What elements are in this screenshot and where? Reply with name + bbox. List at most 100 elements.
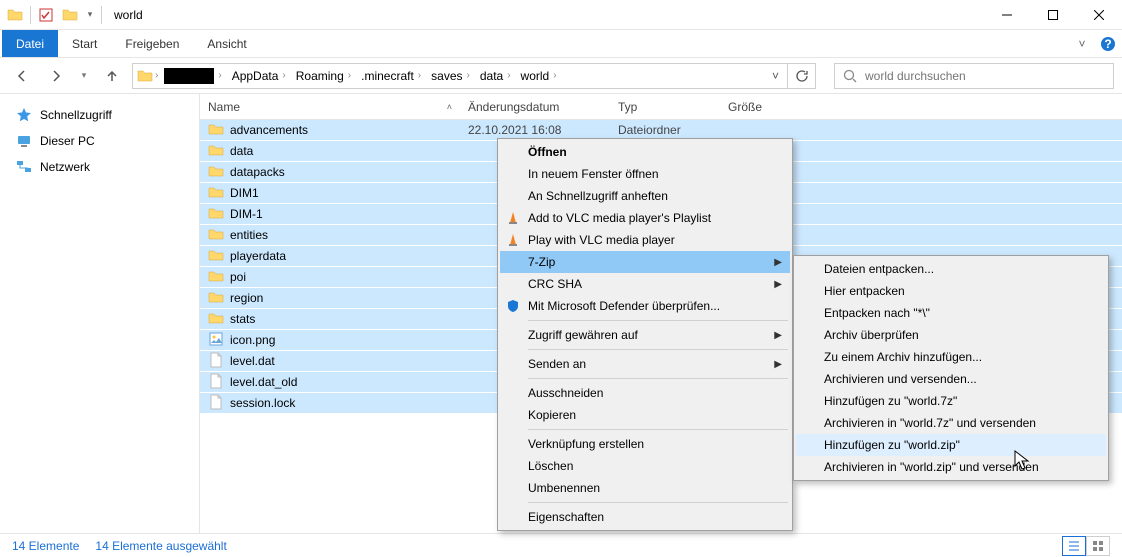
- file-name: region: [230, 291, 263, 305]
- ctx-7z-add-7z[interactable]: Hinzufügen zu "world.7z": [796, 390, 1106, 412]
- file-name: level.dat: [230, 354, 275, 368]
- address-bar[interactable]: › › AppData› Roaming› .minecraft› saves›…: [132, 63, 788, 89]
- breadcrumb: ›: [160, 68, 225, 84]
- refresh-button[interactable]: [788, 63, 816, 89]
- view-details-button[interactable]: [1062, 536, 1086, 556]
- file-name: entities: [230, 228, 268, 242]
- close-button[interactable]: [1076, 0, 1122, 30]
- column-type[interactable]: Typ: [610, 100, 720, 114]
- column-date[interactable]: Änderungsdatum: [460, 100, 610, 114]
- folder-icon: [208, 310, 224, 329]
- status-selected: 14 Elemente ausgewählt: [95, 539, 226, 553]
- ctx-7z-extract-to[interactable]: Entpacken nach "*\": [796, 302, 1106, 324]
- breadcrumb[interactable]: Roaming›: [292, 69, 355, 83]
- tab-start[interactable]: Start: [58, 30, 111, 57]
- file-name: poi: [230, 270, 246, 284]
- tab-share[interactable]: Freigeben: [111, 30, 193, 57]
- ctx-vlc-play[interactable]: Play with VLC media player: [500, 229, 790, 251]
- search-box[interactable]: [834, 63, 1114, 89]
- ribbon-tabs: Datei Start Freigeben Ansicht ˅ ?: [0, 30, 1122, 58]
- context-menu: Öffnen In neuem Fenster öffnen An Schnel…: [497, 138, 793, 531]
- minimize-button[interactable]: [984, 0, 1030, 30]
- ctx-7zip[interactable]: 7-Zip▶: [500, 251, 790, 273]
- ctx-7z-send-zip[interactable]: Archivieren in "world.zip" und versenden: [796, 456, 1106, 478]
- up-button[interactable]: [98, 62, 126, 90]
- folder-icon: [208, 268, 224, 287]
- navbar: ▾ › › AppData› Roaming› .minecraft› save…: [0, 58, 1122, 94]
- chevron-right-icon: ▶: [774, 279, 782, 290]
- shield-icon: [504, 297, 522, 315]
- column-size[interactable]: Größe: [720, 100, 1122, 114]
- maximize-button[interactable]: [1030, 0, 1076, 30]
- column-name[interactable]: Name˄: [200, 100, 460, 114]
- folder-icon: [4, 4, 26, 26]
- chevron-right-icon: ▶: [774, 257, 782, 268]
- context-submenu-7zip: Dateien entpacken... Hier entpacken Entp…: [793, 255, 1109, 481]
- forward-button[interactable]: [42, 62, 70, 90]
- ctx-properties[interactable]: Eigenschaften: [500, 506, 790, 528]
- sidebar-item-label: Netzwerk: [40, 160, 90, 174]
- ctx-shortcut[interactable]: Verknüpfung erstellen: [500, 433, 790, 455]
- breadcrumb[interactable]: .minecraft›: [357, 69, 425, 83]
- sidebar-item-network[interactable]: Netzwerk: [0, 154, 199, 180]
- nav-pane: Schnellzugriff Dieser PC Netzwerk: [0, 94, 200, 533]
- recent-dropdown[interactable]: ▾: [76, 62, 92, 90]
- qat-properties-icon[interactable]: [35, 4, 57, 26]
- ctx-7z-extract[interactable]: Dateien entpacken...: [796, 258, 1106, 280]
- redacted-user: [164, 68, 214, 84]
- search-icon: [843, 69, 857, 83]
- ctx-sendto[interactable]: Senden an▶: [500, 353, 790, 375]
- file-date: 22.10.2021 16:08: [460, 123, 610, 137]
- folder-icon: [208, 226, 224, 245]
- folder-icon: [208, 184, 224, 203]
- column-headers: Name˄ Änderungsdatum Typ Größe: [200, 94, 1122, 120]
- view-icons-button[interactable]: [1086, 536, 1110, 556]
- file-name: playerdata: [230, 249, 286, 263]
- file-name: datapacks: [230, 165, 285, 179]
- ctx-cut[interactable]: Ausschneiden: [500, 382, 790, 404]
- ctx-pin-quickaccess[interactable]: An Schnellzugriff anheften: [500, 185, 790, 207]
- sidebar-item-thispc[interactable]: Dieser PC: [0, 128, 199, 154]
- ctx-open[interactable]: Öffnen: [500, 141, 790, 163]
- ribbon-collapse-icon[interactable]: ˅: [1070, 30, 1094, 57]
- ctx-delete[interactable]: Löschen: [500, 455, 790, 477]
- tab-view[interactable]: Ansicht: [193, 30, 260, 57]
- sidebar-item-label: Schnellzugriff: [40, 108, 112, 122]
- breadcrumb[interactable]: world›: [517, 69, 561, 83]
- sidebar-item-quickaccess[interactable]: Schnellzugriff: [0, 102, 199, 128]
- ctx-access[interactable]: Zugriff gewähren auf▶: [500, 324, 790, 346]
- ctx-copy[interactable]: Kopieren: [500, 404, 790, 426]
- ctx-7z-here[interactable]: Hier entpacken: [796, 280, 1106, 302]
- ctx-7z-test[interactable]: Archiv überprüfen: [796, 324, 1106, 346]
- qat-dropdown-icon[interactable]: ▾: [83, 4, 97, 26]
- vlc-icon: [504, 231, 522, 249]
- folder-icon: [208, 247, 224, 266]
- file-type: Dateiordner: [610, 123, 720, 137]
- folder-icon: [208, 163, 224, 182]
- file-name: data: [230, 144, 253, 158]
- ctx-7z-send-7z[interactable]: Archivieren in "world.7z" und versenden: [796, 412, 1106, 434]
- ctx-defender[interactable]: Mit Microsoft Defender überprüfen...: [500, 295, 790, 317]
- file-name: DIM-1: [230, 207, 263, 221]
- titlebar: ▾ world: [0, 0, 1122, 30]
- breadcrumb[interactable]: saves›: [427, 69, 474, 83]
- ctx-vlc-add[interactable]: Add to VLC media player's Playlist: [500, 207, 790, 229]
- ctx-crc[interactable]: CRC SHA▶: [500, 273, 790, 295]
- sidebar-item-label: Dieser PC: [40, 134, 95, 148]
- folder-icon: [208, 205, 224, 224]
- ctx-open-new-window[interactable]: In neuem Fenster öffnen: [500, 163, 790, 185]
- image-icon: [208, 331, 224, 350]
- ctx-7z-add[interactable]: Zu einem Archiv hinzufügen...: [796, 346, 1106, 368]
- breadcrumb[interactable]: data›: [476, 69, 515, 83]
- qat-folder-icon[interactable]: [59, 4, 81, 26]
- tab-file[interactable]: Datei: [2, 30, 58, 57]
- breadcrumb[interactable]: AppData›: [228, 69, 290, 83]
- search-input[interactable]: [865, 69, 1105, 83]
- address-dropdown-icon[interactable]: ˅: [766, 69, 785, 83]
- ctx-7z-add-zip[interactable]: Hinzufügen zu "world.zip": [796, 434, 1106, 456]
- back-button[interactable]: [8, 62, 36, 90]
- folder-icon: [208, 142, 224, 161]
- ctx-rename[interactable]: Umbenennen: [500, 477, 790, 499]
- help-icon[interactable]: ?: [1094, 30, 1122, 57]
- ctx-7z-compress-send[interactable]: Archivieren und versenden...: [796, 368, 1106, 390]
